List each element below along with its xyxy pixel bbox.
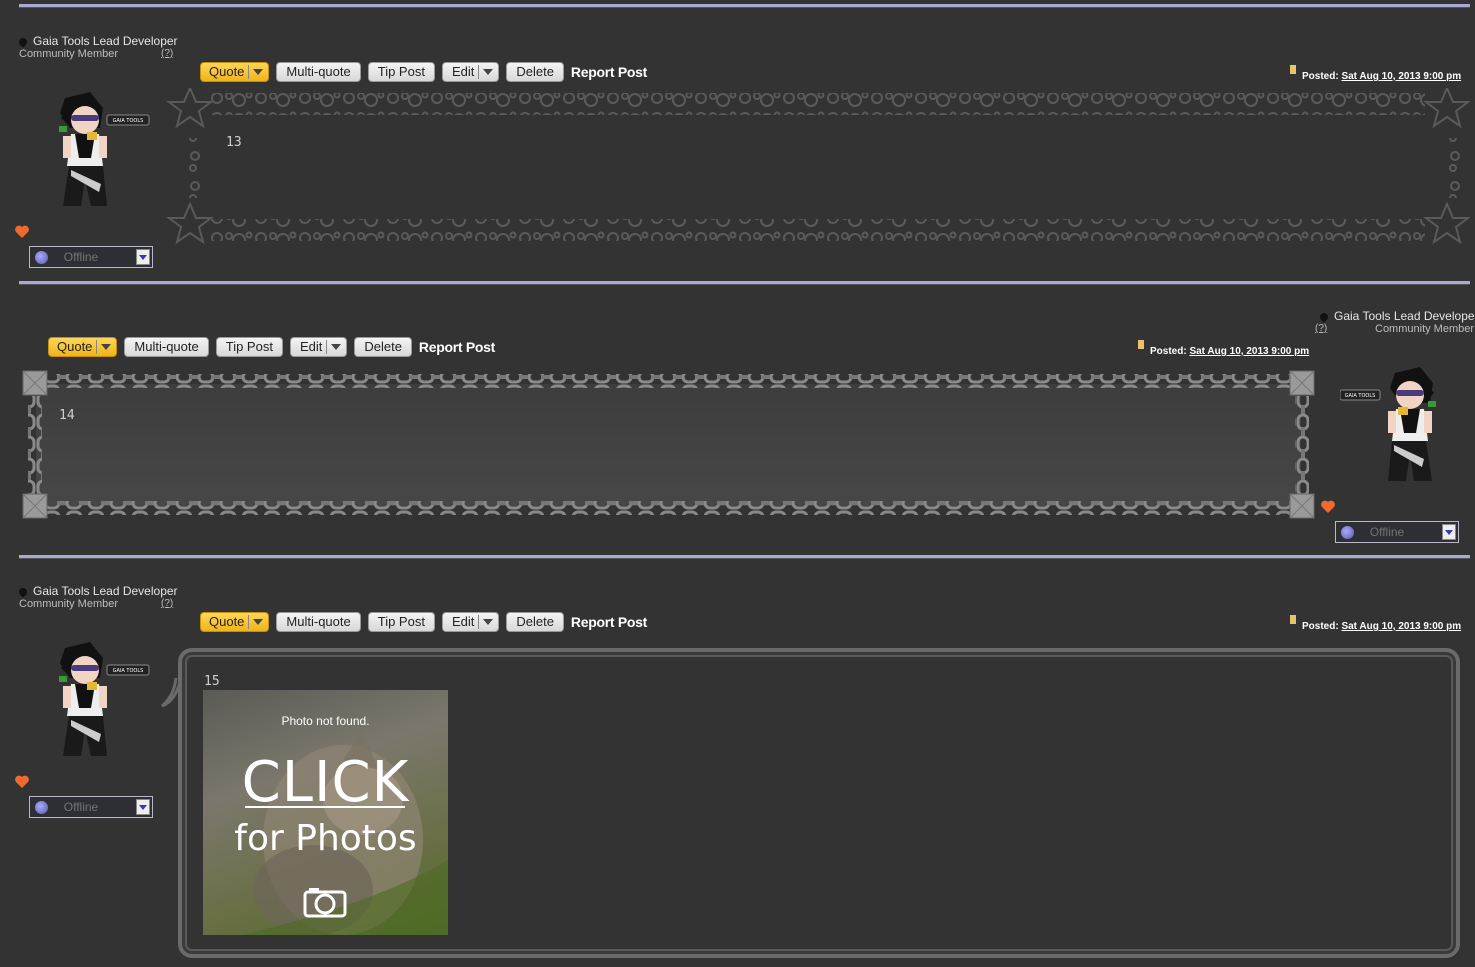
user-rank: Community Member xyxy=(19,48,119,60)
help-link[interactable]: (?) xyxy=(1315,323,1327,334)
quote-label: Quote xyxy=(57,339,93,354)
post-divider xyxy=(19,4,1470,8)
tip-post-button[interactable]: Tip Post xyxy=(215,337,283,357)
posted-date: Posted: Sat Aug 10, 2013 9:00 pm xyxy=(1290,615,1461,632)
chevron-down-icon[interactable] xyxy=(253,69,264,75)
username-link[interactable]: Gaia Tools Lead Developer xyxy=(1334,309,1475,323)
chevron-down-icon[interactable] xyxy=(483,69,494,75)
status-dropdown[interactable]: Offline xyxy=(29,246,153,268)
avatar[interactable]: GAIA TOOLS xyxy=(45,638,165,768)
post-frame xyxy=(22,370,1315,519)
heart-icon[interactable] xyxy=(14,224,30,240)
post-toolbar: Quote Multi-quote Tip Post Edit Delete R… xyxy=(200,62,647,82)
quote-label: Quote xyxy=(209,64,245,79)
posted-icon xyxy=(1138,340,1144,349)
quote-button[interactable]: Quote xyxy=(48,337,118,357)
avatar-badge: GAIA TOOLS xyxy=(1345,393,1376,399)
delete-button[interactable]: Delete xyxy=(506,62,564,82)
user-title: Gaia Tools Lead Developer xyxy=(17,34,178,48)
pin-icon xyxy=(1318,311,1330,323)
edit-label: Edit xyxy=(451,64,475,79)
post-body: 14 xyxy=(59,408,75,423)
posted-icon xyxy=(1290,615,1296,624)
posted-label: Posted: xyxy=(1302,71,1339,82)
user-title: Gaia Tools Lead Developer xyxy=(17,584,178,598)
quote-button[interactable]: Quote xyxy=(200,612,270,632)
photo-for-photos-text: for Photos xyxy=(234,818,417,859)
pin-icon xyxy=(17,586,29,598)
user-title: Gaia Tools Lead Developer xyxy=(1318,309,1475,323)
posted-icon xyxy=(1290,65,1296,74)
edit-label: Edit xyxy=(451,614,475,629)
dropdown-arrow-icon[interactable] xyxy=(136,249,150,265)
dropdown-arrow-icon[interactable] xyxy=(1442,524,1456,540)
chevron-down-icon[interactable] xyxy=(101,344,112,350)
posted-date: Posted: Sat Aug 10, 2013 9:00 pm xyxy=(1290,65,1461,82)
post-frame xyxy=(166,88,1470,245)
avatar[interactable]: GAIA TOOLS xyxy=(45,88,165,218)
user-rank: Community Member xyxy=(1375,323,1475,335)
tip-post-button[interactable]: Tip Post xyxy=(367,62,435,82)
posted-label: Posted: xyxy=(1150,346,1187,357)
avatar-badge: GAIA TOOLS xyxy=(113,668,144,674)
user-rank: Community Member xyxy=(19,598,119,610)
edit-button[interactable]: Edit xyxy=(289,337,348,357)
post-date-link[interactable]: Sat Aug 10, 2013 9:00 pm xyxy=(1341,71,1461,82)
heart-icon[interactable] xyxy=(14,774,30,790)
tip-post-button[interactable]: Tip Post xyxy=(367,612,435,632)
delete-button[interactable]: Delete xyxy=(354,337,412,357)
dropdown-arrow-icon[interactable] xyxy=(136,799,150,815)
photo-not-found-text: Photo not found. xyxy=(281,714,370,728)
post-toolbar: Quote Multi-quote Tip Post Edit Delete R… xyxy=(200,612,647,632)
status-dropdown[interactable]: Offline xyxy=(29,796,153,818)
post-toolbar: Quote Multi-quote Tip Post Edit Delete R… xyxy=(48,337,495,357)
post-date-link[interactable]: Sat Aug 10, 2013 9:00 pm xyxy=(1341,621,1461,632)
post-date-link[interactable]: Sat Aug 10, 2013 9:00 pm xyxy=(1189,346,1309,357)
posted-label: Posted: xyxy=(1302,621,1339,632)
report-post-link[interactable]: Report Post xyxy=(571,64,647,80)
post-divider xyxy=(19,555,1470,559)
photo-placeholder[interactable]: Photo not found. CLICK for Photos xyxy=(203,690,448,935)
status-text: Offline xyxy=(63,250,99,264)
camera-icon xyxy=(303,888,347,918)
status-text: Offline xyxy=(1369,525,1405,539)
avatar[interactable]: GAIA TOOLS xyxy=(1340,363,1460,493)
posted-date: Posted: Sat Aug 10, 2013 9:00 pm xyxy=(1138,340,1309,357)
pin-icon xyxy=(17,36,29,48)
multiquote-button[interactable]: Multi-quote xyxy=(276,612,361,632)
heart-icon[interactable] xyxy=(1320,499,1336,515)
edit-label: Edit xyxy=(299,339,323,354)
post-body: 15 xyxy=(204,674,220,689)
report-post-link[interactable]: Report Post xyxy=(571,614,647,630)
avatar-badge: GAIA TOOLS xyxy=(113,118,144,124)
edit-button[interactable]: Edit xyxy=(441,612,500,632)
quote-button[interactable]: Quote xyxy=(200,62,270,82)
multiquote-button[interactable]: Multi-quote xyxy=(124,337,209,357)
quote-label: Quote xyxy=(209,614,245,629)
help-link[interactable]: (?) xyxy=(161,598,173,609)
username-link[interactable]: Gaia Tools Lead Developer xyxy=(33,34,178,48)
chevron-down-icon[interactable] xyxy=(483,619,494,625)
post-divider xyxy=(19,281,1470,285)
report-post-link[interactable]: Report Post xyxy=(419,339,495,355)
multiquote-button[interactable]: Multi-quote xyxy=(276,62,361,82)
status-text: Offline xyxy=(63,800,99,814)
help-link[interactable]: (?) xyxy=(161,48,173,59)
status-dropdown[interactable]: Offline xyxy=(1335,521,1459,543)
username-link[interactable]: Gaia Tools Lead Developer xyxy=(33,584,178,598)
chevron-down-icon[interactable] xyxy=(331,344,342,350)
chevron-down-icon[interactable] xyxy=(253,619,264,625)
delete-button[interactable]: Delete xyxy=(506,612,564,632)
photo-click-underline xyxy=(245,806,405,808)
post-body: 13 xyxy=(226,135,242,150)
edit-button[interactable]: Edit xyxy=(441,62,500,82)
